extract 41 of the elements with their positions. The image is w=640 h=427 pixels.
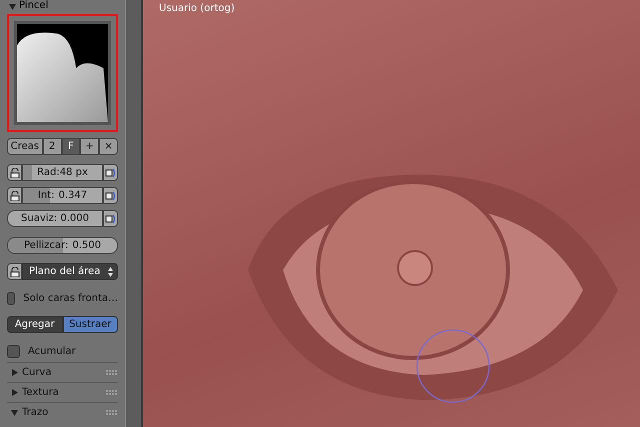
collapsed-arrow-icon bbox=[11, 389, 18, 396]
drag-handle-icon[interactable] bbox=[106, 410, 118, 416]
expanded-arrow-icon bbox=[11, 409, 18, 416]
collapsed-arrow-icon bbox=[11, 369, 18, 376]
remove-button[interactable]: × bbox=[99, 138, 118, 155]
lock-button[interactable] bbox=[7, 263, 22, 280]
accumulate-checkbox[interactable]: Acumular bbox=[7, 344, 118, 358]
drag-handle-icon[interactable] bbox=[106, 370, 118, 376]
pressure-button[interactable] bbox=[103, 210, 118, 227]
value-slider[interactable]: Suaviz: 0.000 bbox=[7, 210, 103, 227]
value-slider[interactable]: Pellizcar: 0.500 bbox=[7, 237, 118, 254]
pressure-button[interactable] bbox=[103, 164, 118, 181]
lock-icon bbox=[10, 266, 20, 276]
value-slider[interactable]: Int: 0.347 bbox=[22, 187, 103, 204]
brush-cursor-icon bbox=[415, 328, 491, 404]
lock-icon bbox=[10, 190, 20, 200]
brush-tool-button[interactable]: Creas bbox=[7, 138, 43, 155]
pressure-button[interactable] bbox=[103, 187, 118, 204]
viewport-label: Usuario (ortog) bbox=[159, 3, 235, 14]
lock-button[interactable] bbox=[7, 187, 22, 204]
add-button[interactable]: + bbox=[80, 138, 100, 155]
lock-button[interactable] bbox=[7, 164, 22, 181]
panel-header[interactable]: Pincel bbox=[19, 0, 48, 12]
section-header[interactable]: Curva bbox=[7, 367, 106, 378]
brush-preview[interactable] bbox=[14, 21, 111, 125]
pressure-icon bbox=[105, 190, 116, 200]
direction-tab[interactable]: Agregar bbox=[7, 316, 62, 333]
front-faces-checkbox[interactable]: Solo caras fronta… bbox=[7, 291, 118, 305]
value-slider[interactable]: Rad:48 px bbox=[22, 164, 103, 181]
lock-icon bbox=[10, 168, 20, 178]
brush-tool-button[interactable]: F bbox=[62, 138, 80, 155]
pressure-icon bbox=[105, 168, 116, 178]
up-down-arrows-icon bbox=[108, 266, 113, 276]
expanded-arrow-icon bbox=[9, 2, 16, 10]
section-header[interactable]: Textura bbox=[7, 387, 106, 398]
direction-tab[interactable]: Sustraer bbox=[62, 316, 118, 333]
drag-handle-icon[interactable] bbox=[106, 390, 118, 396]
brush-tool-button[interactable]: 2 bbox=[42, 138, 62, 155]
section-header[interactable]: Trazo bbox=[7, 407, 106, 418]
pressure-icon bbox=[105, 214, 116, 224]
plane-dropdown[interactable]: Plano del área bbox=[22, 263, 118, 280]
